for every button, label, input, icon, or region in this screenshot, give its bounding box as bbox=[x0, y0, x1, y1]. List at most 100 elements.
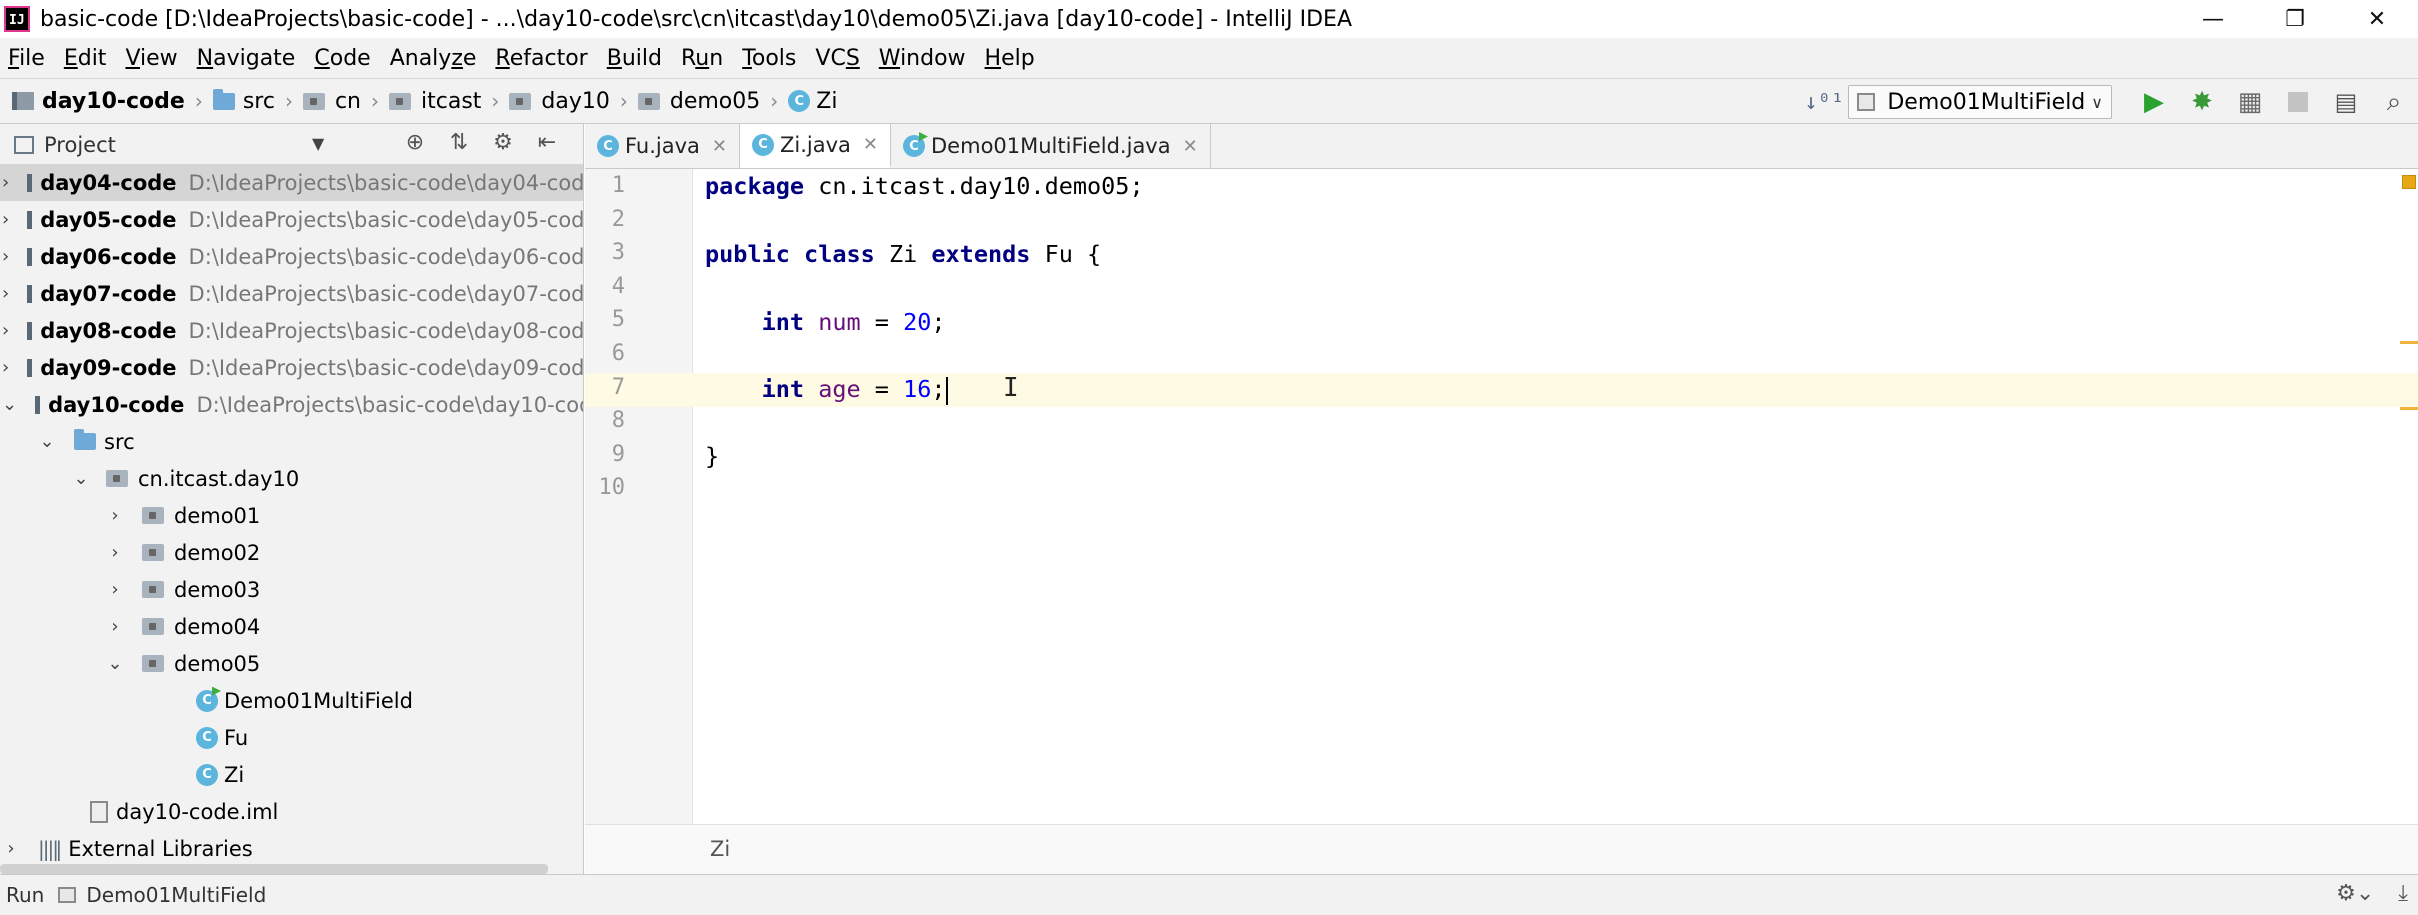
error-stripe[interactable] bbox=[2398, 169, 2418, 824]
editor-breadcrumb-zi[interactable]: Zi bbox=[710, 837, 730, 861]
close-window-button[interactable]: ✕ bbox=[2336, 0, 2418, 38]
tree-item-day07-code[interactable]: › day07-code D:\IdeaProjects\basic-code\da… bbox=[0, 275, 583, 312]
event-log-gear-icon[interactable]: ⚙⌄ bbox=[2336, 881, 2374, 906]
nav-crumb-zi[interactable]: C Zi bbox=[788, 89, 837, 114]
chevron-right-icon[interactable]: › bbox=[2, 283, 9, 304]
tree-item-demo02[interactable]: › demo02 bbox=[0, 534, 583, 571]
restore-button[interactable]: ❐ bbox=[2254, 0, 2336, 38]
warning-indicator-icon[interactable] bbox=[2402, 175, 2416, 189]
chevron-down-icon[interactable]: ⌄ bbox=[106, 653, 124, 674]
tree-item-day08-code[interactable]: › day08-code D:\IdeaProjects\basic-code\da… bbox=[0, 312, 583, 349]
tree-item-src[interactable]: ⌄ src bbox=[0, 423, 583, 460]
menu-navigate[interactable]: Navigate bbox=[197, 46, 296, 71]
tree-item-demo04[interactable]: › demo04 bbox=[0, 608, 583, 645]
tree-item-demo03[interactable]: › demo03 bbox=[0, 571, 583, 608]
menu-analyze[interactable]: Analyze bbox=[390, 46, 477, 71]
project-panel-title[interactable]: Project bbox=[44, 133, 116, 157]
menu-code[interactable]: Code bbox=[314, 46, 370, 71]
code-line-5: int num = 20; bbox=[761, 308, 946, 336]
chevron-down-icon[interactable]: ⌄ bbox=[72, 468, 90, 489]
source-folder-icon bbox=[212, 88, 235, 110]
chevron-right-icon[interactable]: › bbox=[2, 172, 9, 193]
chevron-down-icon[interactable]: ⌄ bbox=[2, 394, 17, 415]
chevron-right-icon[interactable]: › bbox=[106, 505, 124, 526]
tree-item-demo01[interactable]: › demo01 bbox=[0, 497, 583, 534]
tree-item-external-libraries[interactable]: › |||‖ External Libraries bbox=[0, 830, 583, 867]
tree-item-day10-code[interactable]: ⌄ day10-code D:\IdeaProjects\basic-code\da… bbox=[0, 386, 583, 423]
chevron-right-icon[interactable]: › bbox=[2, 209, 9, 230]
settings-gear-icon[interactable]: ⚙ bbox=[481, 130, 525, 155]
tree-item-day09-code[interactable]: › day09-code D:\IdeaProjects\basic-code\da… bbox=[0, 349, 584, 386]
tree-item-package[interactable]: ⌄ cn.itcast.day10 bbox=[0, 460, 583, 497]
menu-file[interactable]: File bbox=[8, 46, 45, 71]
close-tab-icon[interactable]: ✕ bbox=[712, 136, 727, 157]
tab-fu-java[interactable]: C Fu.java ✕ bbox=[585, 124, 741, 168]
editor-tabs: C Fu.java ✕ C Zi.java ✕ C Demo01MultiField.java… bbox=[585, 124, 2418, 169]
nav-crumb-itcast[interactable]: itcast bbox=[389, 89, 481, 114]
menu-vcs[interactable]: VCS bbox=[815, 46, 859, 71]
locate-file-icon[interactable]: ⊕ bbox=[393, 130, 437, 155]
hide-panel-icon[interactable]: ⇤ bbox=[525, 130, 569, 155]
tree-item-demo01multifield[interactable]: C Demo01MultiField bbox=[0, 682, 583, 719]
tree-item-zi[interactable]: C Zi bbox=[0, 756, 583, 793]
search-everywhere-button[interactable]: ⌕ bbox=[2370, 82, 2418, 122]
run-button[interactable]: ▶ bbox=[2130, 82, 2178, 122]
stripe-mark[interactable] bbox=[2400, 407, 2418, 410]
module-path: D:\IdeaProjects\basic-code\day09-code bbox=[188, 355, 584, 380]
menu-view[interactable]: View bbox=[125, 46, 177, 71]
run-tool-window-config[interactable]: Demo01MultiField bbox=[86, 883, 266, 907]
menu-tools[interactable]: Tools bbox=[742, 46, 796, 71]
stop-button[interactable] bbox=[2274, 82, 2322, 122]
module-name: day04-code bbox=[40, 170, 177, 195]
stripe-mark[interactable] bbox=[2400, 341, 2418, 344]
nav-crumb-src[interactable]: src bbox=[212, 88, 275, 114]
code-editor[interactable]: 1 2 3 4 5 6 7 8 9 10 package cn.itcast.day10.demo… bbox=[585, 169, 2418, 824]
menu-edit[interactable]: Edit bbox=[64, 46, 107, 71]
chevron-right-icon[interactable]: › bbox=[2, 838, 20, 859]
chevron-right-icon[interactable]: › bbox=[2, 357, 9, 378]
chevron-right-icon[interactable]: › bbox=[2, 320, 9, 341]
tree-item-day05-code[interactable]: › day05-code D:\IdeaProjects\basic-code\da… bbox=[0, 201, 583, 238]
minimize-button[interactable]: — bbox=[2172, 0, 2254, 38]
tree-item-demo05[interactable]: ⌄ demo05 bbox=[0, 645, 583, 682]
chevron-right-icon[interactable]: › bbox=[106, 616, 124, 637]
tree-item-fu[interactable]: C Fu bbox=[0, 719, 583, 756]
menu-help[interactable]: Help bbox=[985, 46, 1035, 71]
close-tab-icon[interactable]: ✕ bbox=[863, 134, 878, 155]
package-icon bbox=[142, 507, 164, 524]
nav-crumb-day10[interactable]: day10 bbox=[509, 89, 610, 114]
menu-bar: File Edit View Navigate Code Analyze Refactor B… bbox=[0, 38, 2418, 78]
run-configuration-select[interactable]: Demo01MultiField ∨ bbox=[1848, 85, 2112, 119]
line-number: 9 bbox=[611, 441, 625, 467]
chevron-right-icon[interactable]: › bbox=[2, 246, 9, 267]
chevron-right-icon[interactable]: › bbox=[106, 579, 124, 600]
menu-mnemonic: u bbox=[695, 45, 710, 71]
config-icon bbox=[1857, 93, 1876, 111]
tree-label: Fu bbox=[224, 725, 249, 750]
tree-item-iml[interactable]: day10-code.iml bbox=[0, 793, 583, 830]
nav-crumb-module[interactable]: day10-code bbox=[12, 89, 185, 114]
chevron-down-icon[interactable]: ⌄ bbox=[38, 431, 56, 452]
menu-window[interactable]: Window bbox=[879, 46, 966, 71]
collapse-all-icon[interactable]: ⇅ bbox=[437, 130, 481, 155]
nav-crumb-demo05[interactable]: demo05 bbox=[637, 89, 760, 114]
horizontal-scrollbar[interactable] bbox=[0, 864, 548, 874]
run-tool-window-label[interactable]: Run bbox=[6, 883, 44, 907]
menu-build[interactable]: Build bbox=[607, 46, 662, 71]
chevron-right-icon[interactable]: › bbox=[106, 542, 124, 563]
menu-run[interactable]: Run bbox=[681, 46, 723, 71]
view-mode-dropdown-icon[interactable]: ▼ bbox=[312, 134, 324, 153]
tree-item-day06-code[interactable]: › day06-code D:\IdeaProjects\basic-code\da… bbox=[0, 238, 583, 275]
project-structure-button[interactable]: ▤ bbox=[2322, 82, 2370, 122]
run-with-coverage-button[interactable]: ▦ bbox=[2226, 82, 2274, 122]
debug-button[interactable]: ✸ bbox=[2178, 82, 2226, 122]
menu-refactor[interactable]: Refactor bbox=[495, 46, 587, 71]
nav-crumb-cn[interactable]: cn bbox=[302, 89, 361, 114]
tab-demo01multifield-java[interactable]: C Demo01MultiField.java ✕ bbox=[891, 124, 1211, 168]
build-project-icon[interactable]: ↓⁰¹ bbox=[1804, 90, 1844, 115]
text-cursor-icon: I bbox=[1003, 373, 1019, 403]
tree-item-day04-code[interactable]: › day04-code D:\IdeaProjects\basic-code\da… bbox=[0, 164, 583, 201]
download-icon[interactable]: ⤓ bbox=[2398, 881, 2408, 906]
tab-zi-java[interactable]: C Zi.java ✕ bbox=[740, 124, 892, 168]
close-tab-icon[interactable]: ✕ bbox=[1183, 136, 1198, 157]
